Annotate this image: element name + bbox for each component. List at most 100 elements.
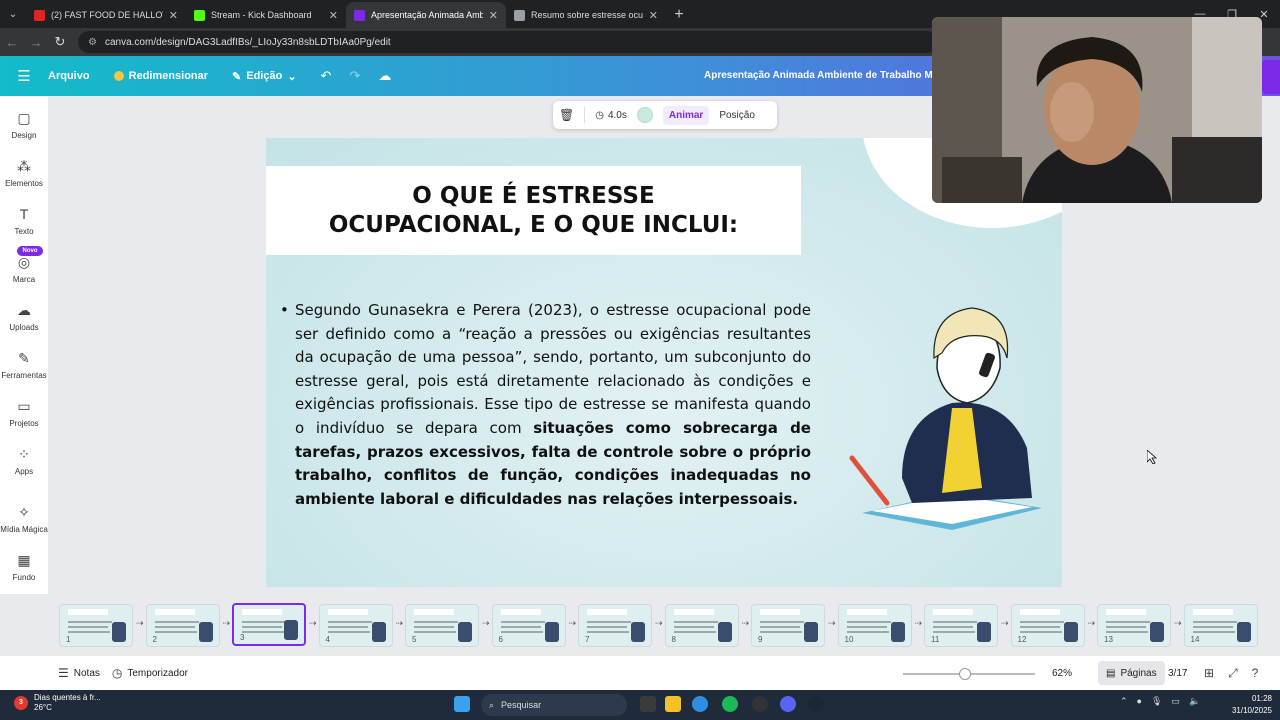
page-thumbnail-14[interactable]: 14: [1183, 604, 1258, 647]
sidebar-item-design[interactable]: ▢ Design: [0, 110, 48, 140]
browser-tab-2[interactable]: Stream - Kick Dashboard ✕: [186, 2, 346, 28]
transition-icon[interactable]: ⇢: [396, 618, 406, 628]
animar-button[interactable]: Animar: [662, 105, 710, 125]
redimensionar-button[interactable]: Redimensionar: [113, 70, 208, 82]
transition-icon[interactable]: ⇢: [828, 618, 838, 628]
undo-icon[interactable]: ↶: [321, 68, 332, 84]
cloud-save-icon[interactable]: ☁: [378, 68, 391, 84]
transition-icon[interactable]: ⇢: [1001, 618, 1011, 628]
transition-icon[interactable]: ⇢: [655, 618, 665, 628]
trash-icon[interactable]: 🗑: [559, 108, 574, 122]
redo-icon[interactable]: ↷: [349, 68, 360, 84]
slide-canvas[interactable]: O QUE É ESTRESSE OCUPACIONAL, E O QUE INC…: [266, 138, 1062, 587]
network-icon[interactable]: ▭: [1171, 696, 1180, 707]
transition-icon[interactable]: ⇢: [1174, 618, 1184, 628]
new-tab-button[interactable]: +: [666, 2, 692, 28]
weather-widget[interactable]: 3 Dias quentes à fr... 26°C: [14, 693, 101, 713]
browser-tab-4[interactable]: Resumo sobre estresse ocupaci ✕: [506, 2, 666, 28]
help-icon[interactable]: ?: [1252, 666, 1259, 681]
browser-tab-3[interactable]: Apresentação Animada Ambien ✕: [346, 2, 506, 28]
sidebar-item-mídia-mágica[interactable]: ✧ Mídia Mágica: [0, 504, 48, 534]
transition-icon[interactable]: ⇢: [223, 618, 233, 628]
notas-button[interactable]: ☰ Notas: [58, 666, 100, 680]
transition-icon[interactable]: ⇢: [742, 618, 752, 628]
thumb-title-bar: [1019, 609, 1060, 615]
tray-app-icon[interactable]: ●: [1137, 696, 1142, 707]
transition-icon[interactable]: ⇢: [482, 618, 492, 628]
page-thumbnail-4[interactable]: 4: [318, 604, 393, 647]
title-box[interactable]: O QUE É ESTRESSE OCUPACIONAL, E O QUE INC…: [266, 166, 801, 255]
reload-icon[interactable]: ↻: [48, 34, 72, 50]
zoom-value[interactable]: 62%: [1052, 668, 1072, 679]
sidebar-item-fundo[interactable]: ▦ Fundo: [0, 552, 48, 582]
arquivo-menu[interactable]: Arquivo: [48, 70, 90, 82]
mic-icon[interactable]: 🎙: [1151, 696, 1162, 707]
windows-start-icon[interactable]: [454, 696, 470, 712]
transition-icon[interactable]: ⇢: [309, 618, 319, 628]
paginas-button[interactable]: ▤ Páginas: [1098, 661, 1165, 685]
thumb-text-line: [1019, 631, 1062, 633]
transition-icon[interactable]: ⇢: [1088, 618, 1098, 628]
page-thumbnail-5[interactable]: 5: [405, 604, 479, 647]
sidebar-item-projetos[interactable]: ▭ Projetos: [0, 398, 48, 428]
taskbar-clock[interactable]: 01:28 31/10/2025: [1220, 693, 1272, 717]
sidebar-item-elementos[interactable]: ⁂ Elementos: [0, 158, 48, 188]
posicao-button[interactable]: Posição: [719, 110, 755, 121]
tab-close-icon[interactable]: ✕: [489, 9, 498, 22]
page-thumbnail-3[interactable]: 3: [232, 603, 306, 646]
zoom-slider-knob[interactable]: [959, 668, 972, 680]
sidebar-item-ferramentas[interactable]: ✎ Ferramentas: [0, 350, 48, 380]
transition-icon[interactable]: ⇢: [136, 618, 146, 628]
edicao-menu[interactable]: ✎ Edição ⌄: [232, 70, 297, 83]
volume-icon[interactable]: 🔈: [1189, 696, 1200, 707]
chrome-icon[interactable]: [692, 696, 708, 712]
obs-icon[interactable]: [752, 696, 768, 712]
folder-icon[interactable]: [665, 696, 681, 712]
page-thumbnail-10[interactable]: 10: [837, 604, 912, 647]
sidebar-item-marca[interactable]: ◎ Marca: [0, 254, 48, 284]
person-on-phone-illustration[interactable]: [842, 298, 1052, 538]
page-thumbnail-7[interactable]: 7: [578, 604, 652, 647]
page-thumbnail-13[interactable]: 13: [1097, 604, 1171, 647]
back-icon[interactable]: ←: [0, 35, 24, 50]
browser-tab-1[interactable]: (2) FAST FOOD DE HALLOWEEN ✕: [26, 2, 186, 28]
menu-icon[interactable]: ☰: [0, 67, 48, 85]
right-panel-tab[interactable]: [1262, 60, 1280, 94]
tab-close-icon[interactable]: ✕: [649, 9, 658, 22]
tab-close-icon[interactable]: ✕: [329, 9, 338, 22]
weather-temp: 26°C: [34, 703, 52, 712]
body-text[interactable]: • Segundo Gunasekra e Perera (2023), o es…: [280, 299, 811, 511]
discord-icon[interactable]: [780, 696, 796, 712]
zoom-slider[interactable]: [903, 668, 1035, 680]
thumb-number: 9: [758, 635, 763, 644]
document-title[interactable]: Apresentação Animada Ambiente de Trabalh…: [704, 56, 934, 96]
page-thumbnail-11[interactable]: 11: [924, 604, 998, 647]
steam-icon[interactable]: [808, 696, 824, 712]
sidebar-item-texto[interactable]: T Texto: [0, 206, 48, 236]
sidebar-item-uploads[interactable]: ☁ Uploads: [0, 302, 48, 332]
tray-chevron-icon[interactable]: ⌃: [1120, 696, 1128, 707]
color-swatch[interactable]: [636, 107, 653, 123]
sidebar-item-apps[interactable]: ⁘ Apps: [0, 446, 48, 476]
page-thumbnail-6[interactable]: 6: [491, 604, 566, 647]
url-field[interactable]: ⚙ canva.com/design/DAG3LadfIBs/_LIoJy33n…: [78, 31, 938, 53]
page-thumbnail-1[interactable]: 1: [59, 604, 133, 647]
taskbar-search[interactable]: ⌕ Pesquisar: [481, 694, 627, 716]
page-thumbnail-8[interactable]: 8: [664, 604, 739, 647]
fullscreen-icon[interactable]: ⤢: [1228, 666, 1238, 681]
site-info-icon[interactable]: ⚙: [88, 37, 97, 48]
grid-view-icon[interactable]: ⊞: [1204, 666, 1214, 681]
page-thumbnail-9[interactable]: 9: [751, 604, 825, 647]
forward-icon[interactable]: →: [24, 35, 48, 50]
tab-search-icon[interactable]: ⌄: [0, 0, 26, 28]
tab-close-icon[interactable]: ✕: [169, 9, 178, 22]
slide-title[interactable]: O QUE É ESTRESSE OCUPACIONAL, E O QUE INC…: [329, 182, 738, 240]
page-thumbnail-12[interactable]: 12: [1010, 604, 1085, 647]
temporizador-button[interactable]: ◷ Temporizador: [112, 666, 188, 680]
transition-icon[interactable]: ⇢: [569, 618, 579, 628]
page-thumbnail-2[interactable]: 2: [145, 604, 220, 647]
file-manager-icon[interactable]: [640, 696, 656, 712]
spotify-icon[interactable]: [722, 696, 738, 712]
duration-button[interactable]: ◷ 4.0s: [595, 110, 627, 121]
transition-icon[interactable]: ⇢: [915, 618, 925, 628]
